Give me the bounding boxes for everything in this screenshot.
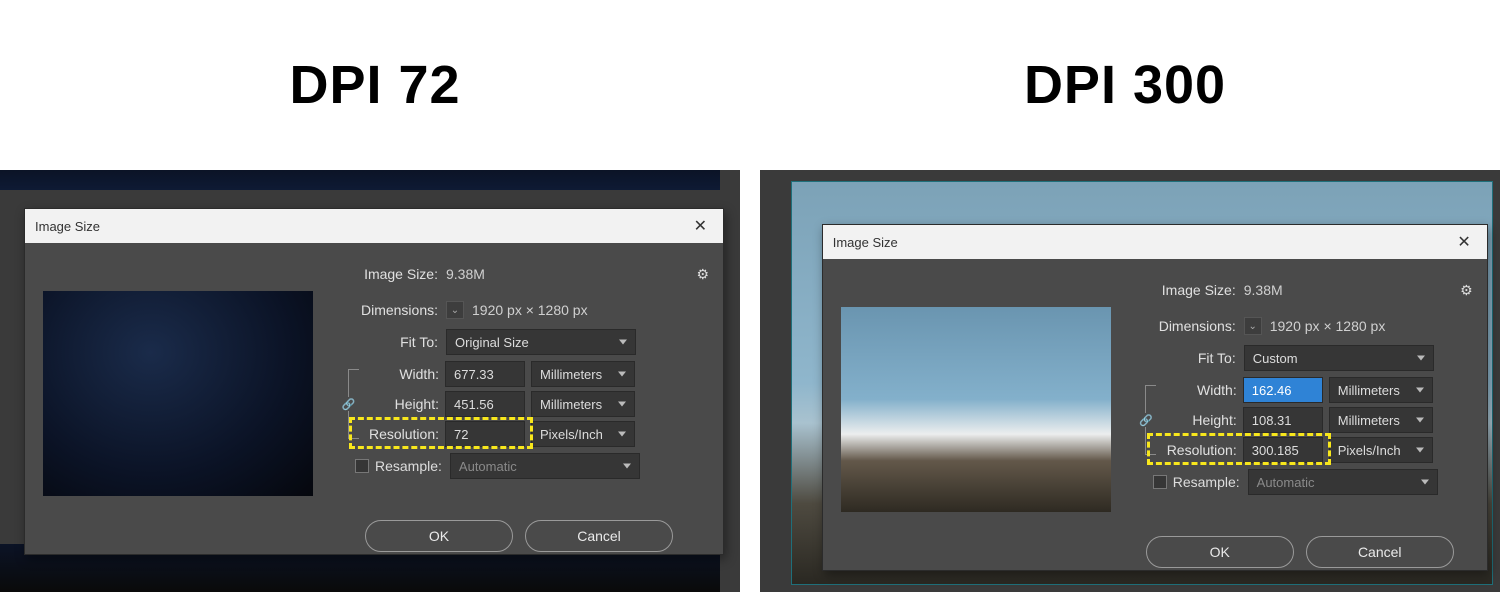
height-label: Height: xyxy=(355,396,445,412)
close-icon[interactable]: ✕ xyxy=(1451,232,1476,252)
width-input[interactable]: 162.46 xyxy=(1243,377,1323,403)
resolution-input[interactable]: 72 xyxy=(445,421,525,447)
titlebar[interactable]: Image Size ✕ xyxy=(823,225,1487,259)
height-input[interactable]: 108.31 xyxy=(1243,407,1323,433)
titlebar[interactable]: Image Size ✕ xyxy=(25,209,723,243)
heading-left: DPI 72 xyxy=(0,54,750,116)
width-unit-select[interactable]: Millimeters xyxy=(1329,377,1433,403)
resample-mode-select[interactable]: Automatic xyxy=(450,453,640,479)
gear-icon[interactable]: ⚙ xyxy=(696,266,709,283)
height-label: Height: xyxy=(1153,412,1243,428)
close-icon[interactable]: ✕ xyxy=(688,216,713,236)
resample-mode-select[interactable]: Automatic xyxy=(1248,469,1438,495)
dimensions-label: Dimensions: xyxy=(331,302,446,318)
dimensions-label: Dimensions: xyxy=(1129,318,1244,334)
dimensions-value: 1920 px × 1280 px xyxy=(472,302,588,318)
fit-to-select[interactable]: Original Size xyxy=(446,329,636,355)
preview-thumbnail xyxy=(841,307,1111,512)
height-unit-select[interactable]: Millimeters xyxy=(1329,407,1433,433)
resolution-unit-select[interactable]: Pixels/Inch xyxy=(1329,437,1433,463)
resolution-label: Resolution: xyxy=(1153,442,1243,458)
ok-button[interactable]: OK xyxy=(1146,536,1294,568)
resolution-input[interactable]: 300.185 xyxy=(1243,437,1323,463)
dialog-title: Image Size xyxy=(35,219,688,234)
resample-checkbox[interactable] xyxy=(1153,475,1167,489)
fit-to-select[interactable]: Custom xyxy=(1244,345,1434,371)
image-size-dialog: Image Size ✕ Image Size: 9.38M ⚙ Dimensi… xyxy=(822,224,1488,571)
dimensions-unit-toggle[interactable]: ⌄ xyxy=(1244,317,1262,335)
resample-checkbox[interactable] xyxy=(355,459,369,473)
resolution-label: Resolution: xyxy=(355,426,445,442)
link-icon[interactable]: 🔗 xyxy=(342,397,356,411)
aspect-link-bracket: 🔗 xyxy=(1145,385,1146,455)
link-icon[interactable]: 🔗 xyxy=(1139,413,1153,427)
width-label: Width: xyxy=(1153,382,1243,398)
image-size-dialog: Image Size ✕ Image Size: 9.38M ⚙ Dimensi… xyxy=(24,208,724,555)
image-size-label: Image Size: xyxy=(1129,282,1244,298)
image-size-label: Image Size: xyxy=(331,266,446,282)
dimensions-unit-toggle[interactable]: ⌄ xyxy=(446,301,464,319)
width-label: Width: xyxy=(355,366,445,382)
image-size-value: 9.38M xyxy=(1244,282,1283,298)
cancel-button[interactable]: Cancel xyxy=(1306,536,1454,568)
image-size-value: 9.38M xyxy=(446,266,485,282)
height-input[interactable]: 451.56 xyxy=(445,391,525,417)
gear-icon[interactable]: ⚙ xyxy=(1460,282,1473,299)
cancel-button[interactable]: Cancel xyxy=(525,520,673,552)
backdrop-top xyxy=(0,170,720,190)
dimensions-value: 1920 px × 1280 px xyxy=(1270,318,1386,334)
dialog-title: Image Size xyxy=(833,235,1452,250)
panel-divider xyxy=(740,170,759,592)
fit-to-label: Fit To: xyxy=(331,334,446,350)
ok-button[interactable]: OK xyxy=(365,520,513,552)
resolution-unit-select[interactable]: Pixels/Inch xyxy=(531,421,635,447)
aspect-link-bracket: 🔗 xyxy=(348,369,349,439)
preview-thumbnail xyxy=(43,291,313,496)
heading-right: DPI 300 xyxy=(750,54,1500,116)
width-unit-select[interactable]: Millimeters xyxy=(531,361,635,387)
width-input[interactable]: 677.33 xyxy=(445,361,525,387)
resample-label: Resample: xyxy=(1173,474,1240,490)
resample-label: Resample: xyxy=(375,458,442,474)
fit-to-label: Fit To: xyxy=(1129,350,1244,366)
height-unit-select[interactable]: Millimeters xyxy=(531,391,635,417)
